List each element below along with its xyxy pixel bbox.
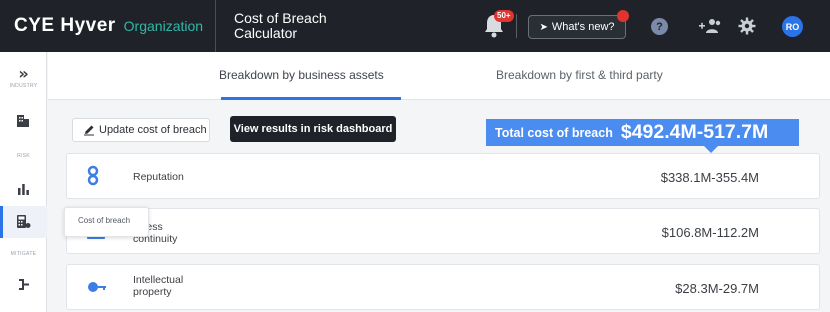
brand[interactable]: CYE Hyver Organization	[0, 0, 216, 52]
settings-gear-icon[interactable]	[738, 17, 756, 35]
add-user-icon[interactable]	[698, 17, 722, 35]
pencil-icon	[84, 125, 94, 136]
industry-building-icon[interactable]	[16, 114, 30, 128]
asset-name: Reputation	[133, 171, 184, 183]
asset-name: Intellectual property	[133, 274, 184, 298]
total-cost-label: Total cost of breach	[495, 125, 613, 140]
expand-icon[interactable]: »	[18, 64, 28, 83]
whats-new-button[interactable]: ➤ What's new?	[528, 15, 626, 39]
rail-tooltip: Cost of breach	[64, 207, 149, 237]
whats-new-dot	[617, 10, 629, 22]
whats-new-label: What's new?	[551, 21, 615, 33]
reputation-icon	[87, 165, 99, 186]
rail-expand[interactable]: » INDUSTRY	[0, 64, 47, 89]
rail-mitigate-section: MITIGATE	[0, 251, 47, 257]
rail-section-risk: RISK	[17, 153, 30, 159]
rail-section-industry: INDUSTRY	[9, 83, 38, 89]
page-title: Cost of Breach Calculator	[234, 10, 327, 41]
help-icon[interactable]: ?	[651, 18, 668, 35]
cye-hyver-logo: CYE Hyver	[14, 15, 116, 36]
cost-of-breach-calculator-icon[interactable]	[16, 214, 31, 229]
asset-value: $28.3M-29.7M	[675, 281, 759, 296]
intellectual-property-icon	[88, 282, 106, 292]
organization-label: Organization	[123, 18, 204, 34]
total-cost-caret	[704, 146, 718, 153]
asset-card-reputation[interactable]: Reputation $338.1M-355.4M	[66, 153, 820, 199]
left-rail: » INDUSTRY RISK MITIGATE	[0, 52, 47, 312]
rail-risk-section: RISK	[0, 153, 47, 159]
asset-card-business-continuity[interactable]: siness continuity $106.8M-112.2M	[66, 208, 820, 254]
total-cost-banner: Total cost of breach $492.4M-517.7M	[486, 119, 799, 146]
tab-bar: Breakdown by business assets Breakdown b…	[48, 52, 830, 100]
total-cost-value: $492.4M-517.7M	[620, 121, 769, 143]
pin-icon: ➤	[539, 21, 548, 33]
update-cost-label: Update cost of breach	[99, 124, 207, 136]
view-risk-dashboard-button[interactable]: View results in risk dashboard	[230, 116, 396, 142]
tab-first-third-party[interactable]: Breakdown by first & third party	[496, 68, 663, 82]
header-divider	[516, 14, 517, 38]
asset-value: $338.1M-355.4M	[660, 170, 759, 185]
mitigate-icon[interactable]	[17, 278, 30, 291]
update-cost-button[interactable]: Update cost of breach	[72, 118, 210, 142]
rail-section-mitigate: MITIGATE	[10, 251, 37, 257]
active-tab-indicator	[221, 97, 401, 100]
rail-active-indicator	[0, 206, 3, 238]
asset-card-intellectual-property[interactable]: Intellectual property $28.3M-29.7M	[66, 264, 820, 310]
asset-value: $106.8M-112.2M	[661, 225, 759, 240]
user-avatar[interactable]: RO	[782, 16, 803, 37]
tab-business-assets[interactable]: Breakdown by business assets	[219, 68, 384, 82]
risk-chart-icon[interactable]	[17, 182, 30, 195]
notifications-badge: 50+	[494, 10, 514, 22]
